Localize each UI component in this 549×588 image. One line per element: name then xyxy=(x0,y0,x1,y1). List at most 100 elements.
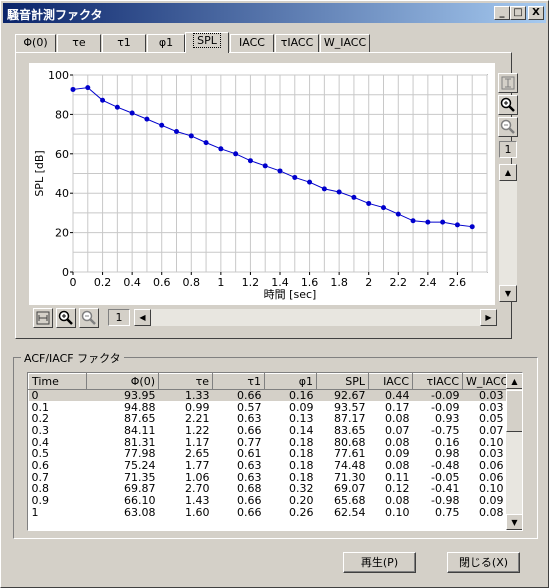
fit-button[interactable] xyxy=(498,73,518,93)
table-row[interactable]: 0.4 81.31 1.17 0.77 0.18 80.68 0.08 0.16 0.10 xyxy=(29,436,507,448)
cell-time: 0.6 xyxy=(31,458,50,472)
close-button[interactable]: 閉じる(X) xyxy=(447,552,520,573)
data-point xyxy=(188,133,194,139)
table-row[interactable]: 1 63.08 1.60 0.66 0.26 62.54 0.10 0.75 0.08 xyxy=(29,506,507,518)
cell-spl: 80.68 xyxy=(334,435,366,449)
tab-phi0[interactable]: Φ(0) xyxy=(15,34,56,52)
table-row[interactable]: 0 93.95 1.33 0.66 0.16 92.67 0.44 -0.09 0.03 xyxy=(28,389,507,402)
data-point xyxy=(454,222,460,228)
play-button[interactable]: 再生(P) xyxy=(343,552,416,573)
cell-tau-e: 1.60 xyxy=(185,505,210,519)
zoom-out-horizontal-button[interactable] xyxy=(79,308,99,328)
zoom-out-button[interactable] xyxy=(498,117,518,137)
cell-iacc: 0.10 xyxy=(385,505,410,519)
horizontal-scrollbar[interactable]: ◀ ▶ xyxy=(134,309,497,326)
cell-tau-e: 1.17 xyxy=(185,435,210,449)
cell-tau-iacc: 0.98 xyxy=(435,447,460,461)
y-tick-label: 100 xyxy=(48,69,69,82)
cell-iacc: 0.07 xyxy=(385,423,410,437)
cell-tau1: 0.63 xyxy=(237,412,262,426)
table-row[interactable]: 0.9 66.10 1.43 0.66 0.20 65.68 0.08 -0.98 0.09 xyxy=(29,495,507,507)
data-point xyxy=(410,218,416,224)
vertical-scrollbar[interactable]: ▲ ▼ xyxy=(499,164,517,302)
col-header-phi0[interactable]: Φ(0) xyxy=(86,373,159,390)
cell-tau-iacc: 0.93 xyxy=(435,412,460,426)
cell-spl: 87.17 xyxy=(334,412,366,426)
cell-phi0: 87.65 xyxy=(124,412,156,426)
cell-iacc: 0.08 xyxy=(385,494,410,508)
tab-w-iacc[interactable]: W_IACC xyxy=(320,34,370,52)
cell-spl: 62.54 xyxy=(334,505,366,519)
col-header-tau-iacc[interactable]: τIACC xyxy=(412,373,463,390)
data-point xyxy=(366,200,372,206)
close-window-button[interactable]: X xyxy=(528,6,544,20)
table-row[interactable]: 0.7 71.35 1.06 0.63 0.18 71.30 0.11 -0.05 0.06 xyxy=(29,471,507,483)
fit-horizontal-icon xyxy=(36,311,50,325)
y-tick-label: 60 xyxy=(55,148,69,161)
cell-tau-e: 1.77 xyxy=(185,458,210,472)
maximize-button[interactable]: □ xyxy=(510,6,526,20)
y-tick-label: 40 xyxy=(55,187,69,200)
table-scroll-thumb[interactable] xyxy=(506,390,522,432)
col-header-phi1[interactable]: φ1 xyxy=(264,373,317,390)
col-header-tau-e[interactable]: τe xyxy=(158,373,213,390)
col-header-time[interactable]: Time xyxy=(28,373,87,390)
data-point xyxy=(469,224,475,230)
cell-time: 1 xyxy=(31,505,39,519)
cell-tau-e: 1.43 xyxy=(185,494,210,508)
col-header-iacc[interactable]: IACC xyxy=(368,373,413,390)
table-row[interactable]: 0.1 94.88 0.99 0.57 0.09 93.57 0.17 -0.09 0.03 xyxy=(29,401,507,413)
cell-time: 0.1 xyxy=(31,400,50,414)
cell-phi0: 84.11 xyxy=(124,423,156,437)
cell-tau1: 0.66 xyxy=(237,494,262,508)
table-row[interactable]: 0.6 75.24 1.77 0.63 0.18 74.48 0.08 -0.48 0.06 xyxy=(29,460,507,472)
x-tick-label: 0 xyxy=(70,276,77,289)
table-scroll-down-arrow-icon[interactable]: ▼ xyxy=(506,514,522,530)
table-row[interactable]: 0.2 87.65 2.21 0.63 0.13 87.17 0.08 0.93 0.05 xyxy=(29,413,507,425)
data-point xyxy=(321,186,327,192)
zoom-in-horizontal-button[interactable] xyxy=(56,308,76,328)
main-window: 騒音計測ファクタ _ □ X Φ(0) τe τ1 φ1 SPL IACC τI… xyxy=(0,0,549,588)
cell-time: 0.8 xyxy=(31,482,50,496)
cell-tau-iacc: -0.09 xyxy=(431,400,460,414)
table-row[interactable]: 0.8 69.87 2.70 0.68 0.32 69.07 0.12 -0.41 0.10 xyxy=(29,483,507,495)
data-point xyxy=(218,146,224,152)
scroll-down-arrow-icon[interactable]: ▼ xyxy=(499,285,517,302)
cell-time: 0.2 xyxy=(31,412,50,426)
tab-tau-iacc[interactable]: τIACC xyxy=(275,34,319,52)
table-row[interactable]: 0.3 84.11 1.22 0.66 0.14 83.65 0.07 -0.75 0.07 xyxy=(29,425,507,437)
col-header-tau1[interactable]: τ1 xyxy=(212,373,265,390)
tab-tau-e[interactable]: τe xyxy=(57,34,101,52)
fit-horizontal-button[interactable] xyxy=(33,308,53,328)
zoom-out-icon xyxy=(500,119,515,134)
tab-tau1[interactable]: τ1 xyxy=(102,34,146,52)
scroll-left-arrow-icon[interactable]: ◀ xyxy=(134,309,151,326)
cell-phi0: 66.10 xyxy=(124,494,156,508)
tab-phi1[interactable]: φ1 xyxy=(147,34,185,52)
scroll-right-arrow-icon[interactable]: ▶ xyxy=(480,309,497,326)
table-scroll-up-arrow-icon[interactable]: ▲ xyxy=(506,373,522,389)
cell-iacc: 0.08 xyxy=(385,412,410,426)
data-point xyxy=(351,194,357,200)
zoom-in-icon xyxy=(58,310,73,325)
tab-iacc[interactable]: IACC xyxy=(230,34,274,52)
cell-tau-iacc: -0.48 xyxy=(431,458,460,472)
cell-w-iacc: 0.03 xyxy=(479,447,504,461)
data-point xyxy=(70,86,76,92)
cell-w-iacc: 0.10 xyxy=(479,435,504,449)
tab-spl[interactable]: SPL xyxy=(185,32,229,53)
title-bar[interactable]: 騒音計測ファクタ _ □ X xyxy=(3,3,546,23)
cell-phi0: 63.08 xyxy=(124,505,156,519)
cell-spl: 74.48 xyxy=(334,458,366,472)
cell-w-iacc: 0.05 xyxy=(479,412,504,426)
cell-tau-iacc: -0.41 xyxy=(431,482,460,496)
table-row[interactable]: 0.5 77.98 2.65 0.61 0.18 77.61 0.09 0.98 0.03 xyxy=(29,448,507,460)
table-vertical-scrollbar[interactable]: ▲ ▼ xyxy=(506,373,522,530)
zoom-in-button[interactable] xyxy=(498,95,518,115)
col-header-w-iacc[interactable]: W_IACC xyxy=(462,373,508,390)
col-header-spl[interactable]: SPL xyxy=(316,373,369,390)
scroll-up-arrow-icon[interactable]: ▲ xyxy=(499,164,517,181)
cell-iacc: 0.09 xyxy=(385,447,410,461)
data-point xyxy=(85,85,91,91)
minimize-button[interactable]: _ xyxy=(494,6,510,20)
